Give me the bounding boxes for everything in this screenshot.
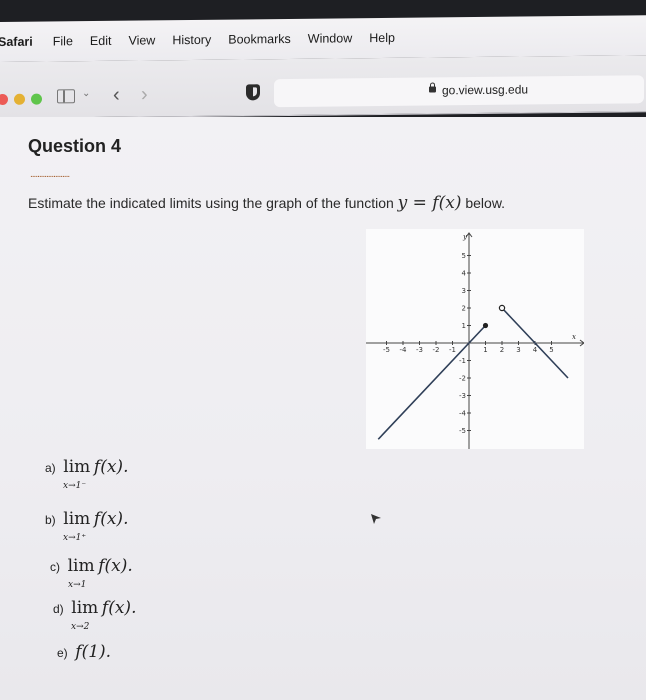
y-tick-label: 1 — [462, 322, 466, 330]
limit-expression: f(x). — [98, 556, 133, 576]
menu-bar: Safari File Edit View History Bookmarks … — [0, 15, 646, 63]
y-tick-label: 5 — [462, 252, 466, 260]
part-a: a) lim f(x). x→1⁻ — [45, 457, 129, 491]
minimize-window-button[interactable] — [14, 93, 25, 105]
prompt-text: Estimate the indicated limits using the … — [28, 195, 394, 211]
sidebar-icon[interactable] — [57, 89, 75, 104]
limit-subscript: x→1⁻ — [63, 481, 87, 491]
close-window-button[interactable] — [0, 93, 8, 106]
x-tick-label: 3 — [516, 346, 520, 354]
part-label: e) — [57, 646, 68, 660]
y-axis-label: y — [462, 233, 468, 241]
x-tick-label: -1 — [449, 346, 456, 354]
x-tick-label: -2 — [433, 346, 440, 354]
mouse-cursor-icon — [371, 514, 381, 524]
menu-bookmarks[interactable]: Bookmarks — [228, 32, 291, 47]
privacy-shield-icon[interactable] — [246, 84, 260, 101]
x-tick-label: 4 — [533, 346, 538, 354]
limit-expression: f(x). — [93, 457, 129, 477]
y-tick-label: -3 — [459, 392, 466, 400]
menu-safari[interactable]: Safari — [0, 35, 33, 49]
x-tick-label: -3 — [416, 346, 423, 354]
limit-subscript: x→1 — [68, 580, 87, 590]
y-tick-label: -4 — [459, 410, 467, 418]
part-d: d) lim f(x). x→2 — [53, 598, 137, 632]
part-c: c) lim f(x). x→1 — [50, 556, 133, 590]
x-tick-label: -4 — [400, 346, 408, 354]
question-title: Question 4 — [28, 136, 122, 156]
x-tick-label: 2 — [500, 346, 504, 354]
prompt-math: y = f(x) — [397, 193, 462, 213]
limit-expression: f(x). — [101, 598, 137, 618]
browser-toolbar: ⌄ ‹ › go.view.usg.edu — [0, 55, 646, 119]
limit-operator: lim — [67, 556, 95, 576]
open-point — [498, 304, 506, 312]
part-e: e) f(1). — [57, 642, 111, 662]
y-tick-label: 2 — [462, 305, 466, 313]
y-tick-label: -1 — [459, 357, 466, 365]
y-tick-label: 3 — [462, 287, 466, 295]
menu-help[interactable]: Help — [369, 31, 395, 45]
function-graph: x y -5 -4 -3 -2 -1 1 2 3 4 5 -5 -4 -3 -2 -1 1 2 3 4 5 — [366, 229, 584, 449]
limit-operator: lim — [63, 457, 91, 477]
forward-arrow-icon[interactable]: › — [141, 83, 148, 106]
x-tick-label: -5 — [383, 346, 390, 354]
y-tick-label: -5 — [459, 427, 466, 435]
url-text: go.view.usg.edu — [442, 82, 529, 98]
closed-point — [482, 322, 489, 329]
address-bar[interactable]: go.view.usg.edu — [274, 75, 644, 108]
x-axis-label: x — [572, 333, 576, 341]
zoom-window-button[interactable] — [31, 93, 42, 105]
y-tick-label: 4 — [462, 270, 467, 278]
menu-history[interactable]: History — [172, 33, 211, 47]
menu-edit[interactable]: Edit — [90, 34, 112, 48]
limit-subscript: x→1⁺ — [63, 533, 87, 543]
menu-window[interactable]: Window — [308, 31, 352, 45]
limit-subscript: x→2 — [71, 622, 90, 632]
title-separator: ...................... — [30, 169, 70, 180]
limit-operator: lim — [71, 598, 99, 618]
y-tick-label: -2 — [459, 375, 466, 383]
chevron-down-icon[interactable]: ⌄ — [82, 88, 90, 99]
limit-expression: f(x). — [93, 509, 129, 529]
part-label: c) — [50, 560, 60, 574]
page-content: Question 4 ...................... Estima… — [0, 117, 646, 700]
part-b: b) lim f(x). x→1⁺ — [45, 509, 129, 543]
question-prompt: Estimate the indicated limits using the … — [28, 193, 505, 213]
lock-icon — [429, 86, 436, 93]
limit-operator: lim — [63, 509, 91, 529]
part-label: a) — [45, 461, 56, 475]
function-value: f(1). — [75, 642, 112, 662]
menu-view[interactable]: View — [128, 33, 155, 47]
part-label: d) — [53, 602, 64, 616]
prompt-suffix: below. — [465, 195, 506, 211]
part-label: b) — [45, 513, 56, 527]
menu-file[interactable]: File — [53, 34, 73, 48]
x-tick-label: 5 — [549, 346, 553, 354]
back-arrow-icon[interactable]: ‹ — [113, 84, 120, 107]
x-tick-label: 1 — [483, 346, 487, 354]
